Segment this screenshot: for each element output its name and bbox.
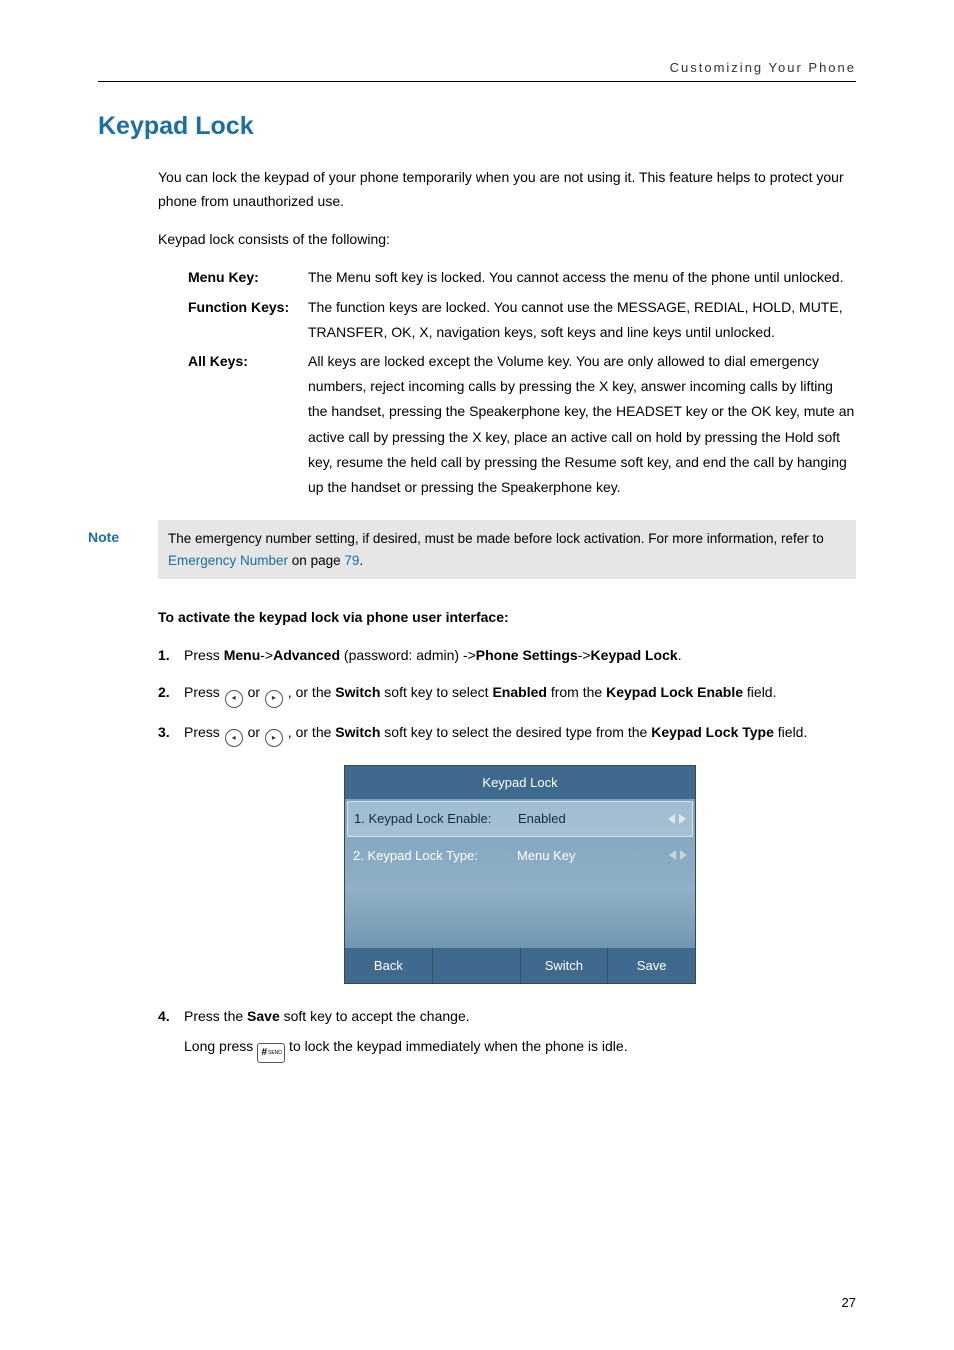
phone-softkey-bar: Back Switch Save: [345, 948, 695, 983]
step-text: soft key to select the desired type from…: [380, 724, 651, 740]
step-text: Press: [184, 724, 224, 740]
phone-title: Keypad Lock: [345, 766, 695, 799]
step-text: ->: [578, 647, 591, 663]
step-text: field.: [774, 724, 807, 740]
def-label: All Keys:: [188, 349, 308, 500]
def-value: The Menu soft key is locked. You cannot …: [308, 265, 856, 290]
menu-path: Keypad Lock: [591, 647, 678, 663]
phone-softkey-save: Save: [608, 948, 695, 983]
phone-arrows-icon: [668, 814, 686, 824]
phone-softkey-empty: [433, 948, 521, 983]
step-3: Press ◂ or ▸ , or the Switch soft key to…: [158, 720, 856, 985]
def-label: Menu Key:: [188, 265, 308, 290]
step-text: .: [678, 647, 682, 663]
phone-field-label: 1. Keypad Lock Enable:: [354, 807, 514, 830]
def-all-keys: All Keys: All keys are locked except the…: [188, 349, 856, 500]
step-1: Press Menu->Advanced (password: admin) -…: [158, 643, 856, 668]
phone-field-label: 2. Keypad Lock Type:: [353, 844, 513, 867]
instruction-heading: To activate the keypad lock via phone us…: [158, 609, 856, 625]
phone-softkey-switch: Switch: [521, 948, 609, 983]
phone-row-keypad-lock-type: 2. Keypad Lock Type: Menu Key: [347, 839, 693, 872]
field-ref: Keypad Lock Enable: [606, 684, 743, 700]
running-head: Customizing Your Phone: [98, 60, 856, 82]
note-box: Note The emergency number setting, if de…: [88, 520, 856, 579]
phone-screenshot: Keypad Lock 1. Keypad Lock Enable: Enabl…: [344, 765, 696, 985]
emergency-number-link[interactable]: Emergency Number: [168, 553, 288, 568]
note-content: The emergency number setting, if desired…: [158, 520, 856, 579]
step-text: , or the: [284, 684, 335, 700]
phone-field-value: Enabled: [514, 807, 668, 830]
note-text: .: [359, 553, 363, 568]
pound-key-icon: #: [257, 1043, 285, 1063]
intro-paragraph-2: Keypad lock consists of the following:: [158, 228, 856, 252]
nav-right-icon: ▸: [265, 729, 283, 747]
def-label: Function Keys:: [188, 295, 308, 345]
step-text: , or the: [284, 724, 335, 740]
step-4: Press the Save soft key to accept the ch…: [158, 1004, 856, 1062]
step-text: (password: admin) ->: [340, 647, 476, 663]
step-text: soft key to accept the change.: [280, 1008, 470, 1024]
note-text: on page: [288, 553, 344, 568]
step-text: Press: [184, 647, 224, 663]
field-ref: Keypad Lock Type: [651, 724, 774, 740]
def-value: All keys are locked except the Volume ke…: [308, 349, 856, 500]
step-text: or: [244, 684, 264, 700]
nav-left-icon: ◂: [225, 729, 243, 747]
menu-path: Phone Settings: [476, 647, 578, 663]
def-function-keys: Function Keys: The function keys are loc…: [188, 295, 856, 345]
step-text: field.: [743, 684, 776, 700]
step-text: Long press: [184, 1038, 257, 1054]
step-2: Press ◂ or ▸ , or the Switch soft key to…: [158, 680, 856, 707]
phone-arrows-icon: [669, 850, 687, 860]
step-text: Press the: [184, 1008, 247, 1024]
save-softkey-ref: Save: [247, 1008, 280, 1024]
menu-path: Menu: [224, 647, 261, 663]
step-text: ->: [260, 647, 273, 663]
note-text: The emergency number setting, if desired…: [168, 531, 824, 546]
phone-field-value: Menu Key: [513, 844, 669, 867]
note-label: Note: [88, 520, 158, 579]
page-number: 27: [842, 1295, 856, 1310]
menu-path: Advanced: [273, 647, 340, 663]
phone-spacer: [347, 874, 693, 946]
section-title: Keypad Lock: [98, 112, 856, 141]
def-value: The function keys are locked. You cannot…: [308, 295, 856, 345]
phone-softkey-back: Back: [345, 948, 433, 983]
intro-paragraph-1: You can lock the keypad of your phone te…: [158, 166, 856, 214]
def-menu-key: Menu Key: The Menu soft key is locked. Y…: [188, 265, 856, 290]
step-text: soft key to select: [380, 684, 492, 700]
nav-left-icon: ◂: [225, 690, 243, 708]
nav-right-icon: ▸: [265, 690, 283, 708]
step-text: to lock the keypad immediately when the …: [285, 1038, 627, 1054]
switch-softkey-ref: Switch: [335, 684, 380, 700]
phone-body: 1. Keypad Lock Enable: Enabled 2. Keypad…: [345, 799, 695, 948]
switch-softkey-ref: Switch: [335, 724, 380, 740]
step-text: from the: [547, 684, 606, 700]
step-text: Press: [184, 684, 224, 700]
page-reference-link[interactable]: 79: [344, 553, 359, 568]
phone-row-keypad-lock-enable: 1. Keypad Lock Enable: Enabled: [347, 801, 693, 836]
step-text: or: [244, 724, 264, 740]
definition-list: Menu Key: The Menu soft key is locked. Y…: [188, 265, 856, 500]
enabled-value: Enabled: [492, 684, 546, 700]
steps-list: Press Menu->Advanced (password: admin) -…: [158, 643, 856, 1062]
